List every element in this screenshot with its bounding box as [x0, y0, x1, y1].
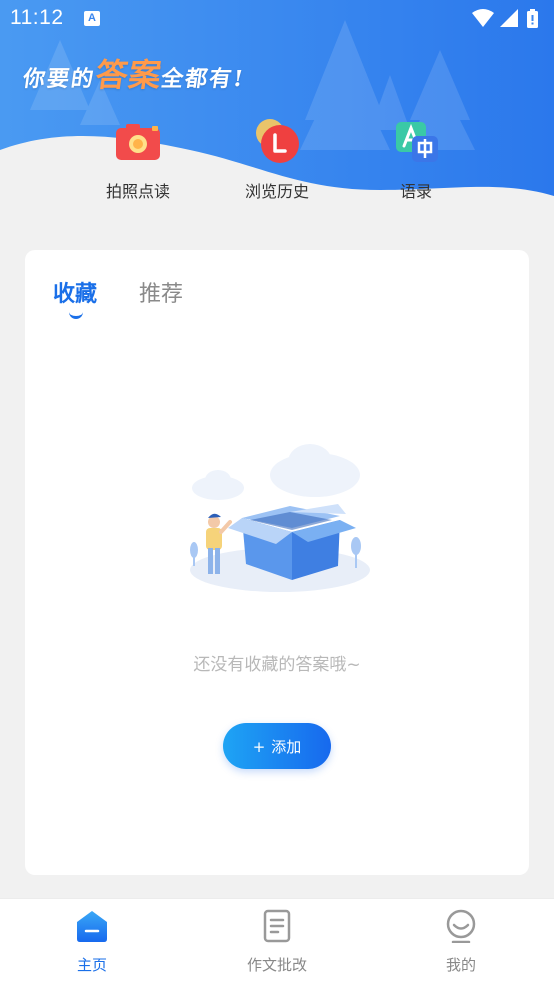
profile-icon	[444, 909, 478, 944]
slogan: 你要的答案全都有!	[21, 50, 249, 96]
notification-icon: A	[84, 11, 100, 26]
nav-label: 主页	[76, 956, 107, 974]
add-button[interactable]: + 添加	[223, 723, 331, 769]
quick-action-photo-read[interactable]: 拍照点读	[83, 118, 193, 202]
nav-essay-correction[interactable]: 作文批改	[217, 909, 337, 975]
slogan-before: 你要的	[21, 66, 97, 92]
history-icon	[253, 118, 301, 166]
tab-recommended[interactable]: 推荐	[139, 276, 183, 308]
quick-action-label: 拍照点读	[105, 182, 170, 201]
bottom-navigation: 主页 作文批改 我的	[0, 898, 554, 985]
open-box-illustration	[180, 440, 380, 604]
status-bar: 11:12 A	[0, 0, 554, 38]
status-icons	[470, 7, 546, 35]
wifi-icon	[472, 9, 494, 27]
quick-action-label: 语录	[399, 182, 432, 201]
quick-action-quotes[interactable]: 语录	[361, 118, 471, 202]
status-time: 11:12	[10, 6, 64, 29]
document-icon	[260, 909, 294, 943]
content-card: 收藏 推荐 还没有收藏的答案哦~ + 添加	[25, 250, 529, 875]
camera-icon	[114, 118, 162, 166]
nav-label: 作文批改	[246, 956, 307, 974]
signal-icon	[500, 9, 518, 27]
nav-home[interactable]: 主页	[32, 909, 152, 975]
empty-state-message: 还没有收藏的答案哦~	[193, 655, 361, 675]
plus-icon: +	[252, 737, 266, 756]
tab-favorites[interactable]: 收藏	[53, 276, 97, 308]
add-button-label: 添加	[271, 737, 302, 756]
slogan-after: 全都有!	[159, 66, 247, 92]
active-tab-indicator	[69, 312, 83, 319]
translate-icon	[392, 118, 440, 166]
home-icon	[75, 909, 109, 943]
nav-profile[interactable]: 我的	[401, 909, 521, 975]
quick-action-label: 浏览历史	[244, 182, 309, 201]
slogan-highlight: 答案	[93, 56, 165, 94]
nav-label: 我的	[445, 956, 476, 974]
quick-action-history[interactable]: 浏览历史	[222, 118, 332, 202]
battery-icon	[527, 9, 538, 28]
